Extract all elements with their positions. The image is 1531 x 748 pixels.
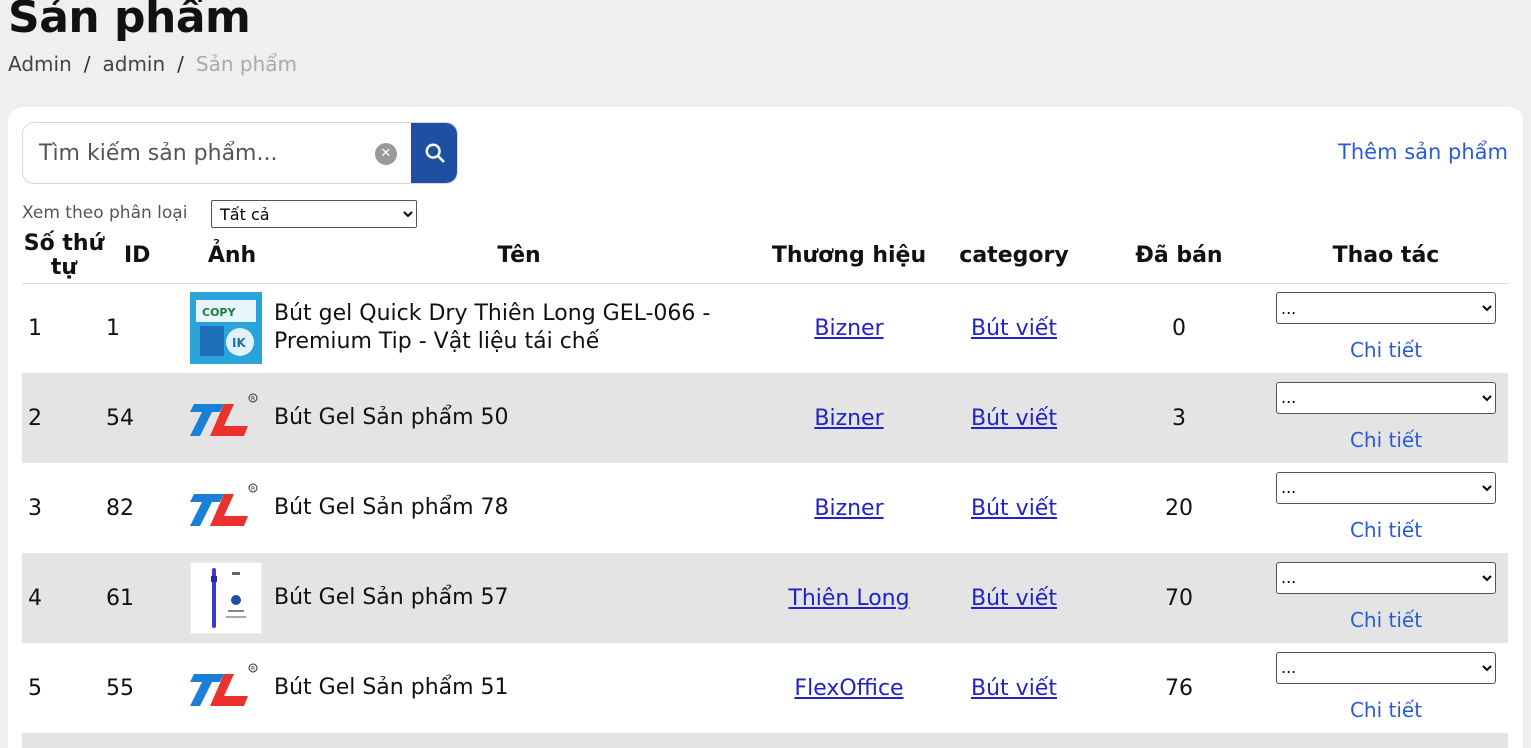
row-image-cell: R xyxy=(190,643,274,733)
add-product-link[interactable]: Thêm sản phẩm xyxy=(1338,140,1508,164)
breadcrumb-separator: / xyxy=(83,52,91,76)
search-button[interactable] xyxy=(411,123,457,183)
row-name: Bút Gel Sản phẩm 50 xyxy=(274,373,764,463)
search-input[interactable] xyxy=(23,123,411,183)
table-row: 1 1 COPY IK Bút gel Quick Dry Thiên Long … xyxy=(22,283,1508,373)
row-stt: 3 xyxy=(28,495,42,521)
header-sold: Đã bán xyxy=(1094,229,1264,284)
svg-text:IK: IK xyxy=(232,336,246,350)
row-id: 82 xyxy=(106,495,134,521)
row-brand-link[interactable]: FlexOffice xyxy=(794,676,903,701)
row-category-link[interactable]: Bút viết xyxy=(971,316,1057,341)
page-title: Sản phẩm xyxy=(8,0,251,43)
row-name: Bút Gel Sản phẩm 78 xyxy=(274,495,509,520)
row-name: Bút Gel Sản phẩm 57 xyxy=(274,553,764,643)
partial-row-cell xyxy=(22,733,1508,748)
row-brand-link[interactable]: Bizner xyxy=(814,316,883,341)
row-stt: 1 xyxy=(28,315,42,341)
row-action-select[interactable]: ... xyxy=(1276,471,1496,504)
row-sold: 0 xyxy=(1172,315,1186,341)
svg-text:R: R xyxy=(251,396,255,403)
table-row: 5 55 R Bút Gel Sản phẩm 51 FlexOffice Bú… xyxy=(22,643,1508,733)
row-category-link[interactable]: Bút viết xyxy=(971,496,1057,521)
row-action-select[interactable]: ... xyxy=(1276,651,1496,684)
thien-long-logo-icon: R xyxy=(190,663,258,706)
category-filter-select[interactable]: Tất cả xyxy=(211,200,417,228)
header-category: category xyxy=(934,229,1094,284)
svg-text:R: R xyxy=(251,486,255,493)
search-box: ✕ xyxy=(22,122,458,184)
clear-icon[interactable]: ✕ xyxy=(375,143,397,165)
header-image: Ảnh xyxy=(190,229,274,284)
table-row-partial xyxy=(22,733,1508,748)
row-image-cell: R xyxy=(190,463,274,553)
header-stt: Số thứ tự xyxy=(22,229,106,284)
search-icon xyxy=(425,143,445,163)
thien-long-logo-icon: R xyxy=(190,393,258,436)
row-detail-link[interactable]: Chi tiết xyxy=(1264,698,1508,722)
row-detail-link[interactable]: Chi tiết xyxy=(1264,338,1508,362)
row-id: 1 xyxy=(106,315,120,341)
copy-paper-image-icon: COPY IK xyxy=(190,292,262,365)
row-action-select[interactable]: ... xyxy=(1276,561,1496,594)
breadcrumb-admin[interactable]: Admin xyxy=(8,52,72,76)
header-actions: Thao tác xyxy=(1264,229,1508,284)
row-detail-link[interactable]: Chi tiết xyxy=(1264,428,1508,452)
filter-label: Xem theo phân loại xyxy=(22,203,188,223)
row-action-select[interactable]: ... xyxy=(1276,292,1496,324)
row-name: Bút Gel Sản phẩm 51 xyxy=(274,675,509,700)
row-name: Bút gel Quick Dry Thiên Long GEL-066 - P… xyxy=(274,301,711,355)
header-name: Tên xyxy=(274,229,764,284)
header-id: ID xyxy=(106,229,190,284)
breadcrumb-separator: / xyxy=(177,52,184,76)
header-brand: Thương hiệu xyxy=(764,229,934,284)
table-row: 4 61 Bút Gel Sản phẩm 57 Thiên Long Bút … xyxy=(22,553,1508,643)
row-sold: 20 xyxy=(1165,495,1193,521)
products-card: ✕ Thêm sản phẩm Xem theo phân loại Tất c… xyxy=(8,107,1523,748)
table-header-row: Số thứ tự ID Ảnh Tên Thương hiệu categor… xyxy=(22,229,1508,284)
breadcrumb-admin-sub[interactable]: admin xyxy=(103,52,166,76)
row-stt: 4 xyxy=(22,553,106,643)
row-category-link[interactable]: Bút viết xyxy=(971,406,1057,431)
row-category-link[interactable]: Bút viết xyxy=(971,676,1057,701)
row-brand-link[interactable]: Bizner xyxy=(814,406,883,431)
row-brand-link[interactable]: Bizner xyxy=(814,496,883,521)
row-detail-link[interactable]: Chi tiết xyxy=(1264,608,1508,632)
row-id: 54 xyxy=(106,373,190,463)
row-sold: 3 xyxy=(1094,373,1264,463)
svg-text:R: R xyxy=(251,666,255,673)
row-id: 61 xyxy=(106,553,190,643)
row-image-cell: R xyxy=(190,373,274,463)
row-stt: 5 xyxy=(28,675,42,701)
row-id: 55 xyxy=(106,675,134,701)
row-stt: 2 xyxy=(22,373,106,463)
row-action-select[interactable]: ... xyxy=(1276,381,1496,414)
row-category-link[interactable]: Bút viết xyxy=(971,586,1057,611)
row-image-cell: COPY IK xyxy=(190,283,274,373)
table-row: 2 54 R Bút Gel Sản phẩm 50 Bizner Bút vi… xyxy=(22,373,1508,463)
gel-pen-image-icon xyxy=(190,562,262,634)
table-row: 3 82 R Bút Gel Sản phẩm 78 Bizner Bút vi… xyxy=(22,463,1508,553)
breadcrumb-current: Sản phẩm xyxy=(195,52,298,76)
row-detail-link[interactable]: Chi tiết xyxy=(1264,518,1508,542)
row-sold: 70 xyxy=(1094,553,1264,643)
svg-text:COPY: COPY xyxy=(202,306,236,319)
row-brand-link[interactable]: Thiên Long xyxy=(788,586,909,611)
products-table: Số thứ tự ID Ảnh Tên Thương hiệu categor… xyxy=(22,229,1508,748)
breadcrumb: Admin / admin / Sản phẩm xyxy=(8,52,297,76)
row-sold: 76 xyxy=(1165,675,1193,701)
row-image-cell xyxy=(190,553,274,643)
thien-long-logo-icon: R xyxy=(190,483,258,526)
